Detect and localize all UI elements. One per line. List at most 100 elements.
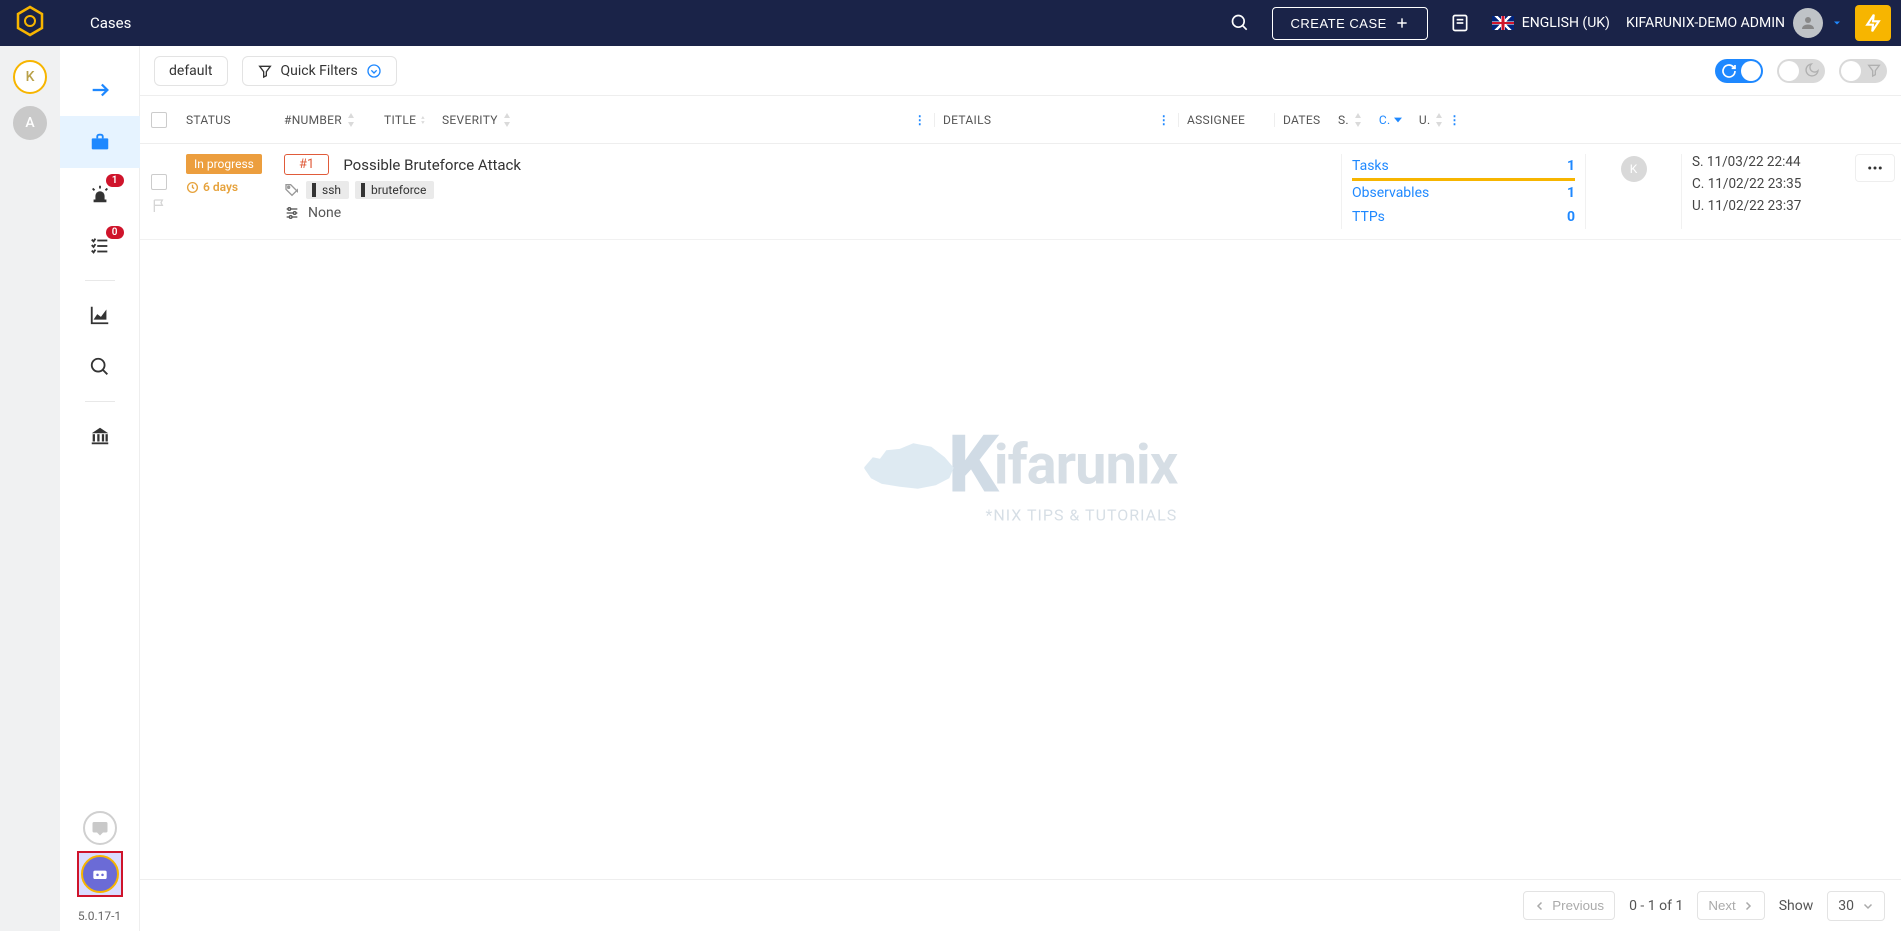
language-label: ENGLISH (UK) <box>1522 15 1610 31</box>
briefcase-icon <box>89 131 111 153</box>
plus-icon <box>1395 16 1409 30</box>
nav-organisation[interactable] <box>60 410 140 462</box>
case-row[interactable]: In progress 6 days #1 Possible Bruteforc… <box>140 144 1901 240</box>
col-updatedate[interactable]: U.⋮ <box>1411 113 1469 127</box>
filter-toggle[interactable] <box>1839 59 1887 83</box>
row-checkbox[interactable] <box>151 174 167 190</box>
col-status[interactable]: STATUS <box>178 113 276 127</box>
org-badge-secondary[interactable]: A <box>13 106 47 140</box>
custom-fields-value: None <box>308 205 341 221</box>
details-tasks-link[interactable]: Tasks1 <box>1352 154 1575 181</box>
view-profile-chip[interactable]: default <box>154 56 228 86</box>
col-menu-icon[interactable]: ⋮ <box>1158 113 1170 127</box>
tag-ssh[interactable]: ssh <box>306 181 349 199</box>
user-name: KIFARUNIX-DEMO ADMIN <box>1626 15 1785 31</box>
col-startdate[interactable]: S. <box>1330 113 1371 127</box>
auto-refresh-toggle[interactable] <box>1715 59 1763 83</box>
alerts-badge: 1 <box>106 174 124 187</box>
clock-icon <box>186 181 199 194</box>
nav-separator <box>85 401 115 402</box>
details-ttps-link[interactable]: TTPs0 <box>1352 205 1575 229</box>
tag-bruteforce[interactable]: bruteforce <box>355 181 434 199</box>
sort-icon <box>502 113 512 127</box>
previous-page-button[interactable]: Previous <box>1523 891 1615 920</box>
col-menu-icon[interactable]: ⋮ <box>1448 113 1460 127</box>
show-label: Show <box>1779 898 1814 914</box>
case-age: 6 days <box>186 180 268 194</box>
nav-dashboards[interactable] <box>60 289 140 341</box>
sort-icon <box>420 113 426 127</box>
cortex-icon <box>90 864 110 884</box>
sort-desc-icon <box>1394 116 1402 124</box>
select-all-checkbox[interactable] <box>151 112 167 128</box>
col-createdate[interactable]: C. <box>1371 113 1411 127</box>
case-title[interactable]: Possible Bruteforce Attack <box>343 156 521 174</box>
col-details: DETAILS⋮ <box>934 113 1178 127</box>
page-title: Cases <box>90 14 131 32</box>
status-badge: In progress <box>186 154 262 174</box>
page-size-select[interactable]: 30 <box>1827 891 1885 921</box>
create-case-label: CREATE CASE <box>1291 16 1387 31</box>
quick-action-button[interactable] <box>1855 5 1891 41</box>
moon-icon <box>1804 62 1820 78</box>
date-start: S. 11/03/22 22:44 <box>1692 154 1845 170</box>
dark-mode-toggle[interactable] <box>1777 59 1825 83</box>
col-dates[interactable]: DATES <box>1274 113 1330 127</box>
bank-icon <box>89 425 111 447</box>
checklist-icon <box>89 235 111 257</box>
lightning-icon <box>1863 13 1883 33</box>
col-assignee[interactable]: ASSIGNEE <box>1178 113 1274 127</box>
more-horizontal-icon <box>1866 159 1884 177</box>
col-title[interactable]: TITLE <box>376 113 434 127</box>
nav-cortex-highlighted[interactable] <box>77 851 123 897</box>
assignee-avatar[interactable]: K <box>1621 156 1647 182</box>
table-footer: Previous 0 - 1 of 1 Next Show 30 <box>140 879 1901 931</box>
tasks-badge: 0 <box>106 226 124 239</box>
sort-icon <box>1434 113 1444 127</box>
flag-icon[interactable] <box>151 198 167 214</box>
flag-uk-icon <box>1492 16 1514 30</box>
chevron-left-icon <box>1534 900 1546 912</box>
search-icon <box>89 356 111 378</box>
nav-alerts[interactable]: 1 <box>60 168 140 220</box>
org-badge-primary[interactable]: K <box>13 60 47 94</box>
nav-chat[interactable] <box>83 811 117 845</box>
user-menu[interactable]: KIFARUNIX-DEMO ADMIN <box>1626 8 1843 38</box>
org-rail: K A <box>0 46 60 931</box>
col-severity[interactable]: SEVERITY ⋮ <box>434 113 934 127</box>
chevron-down-icon <box>1862 900 1874 912</box>
global-search-icon[interactable] <box>1228 11 1252 35</box>
nav-cases[interactable] <box>60 116 140 168</box>
date-created: C. 11/02/22 23:35 <box>1692 176 1845 192</box>
chevron-circle-icon <box>366 63 382 79</box>
content-area: default Quick Filters <box>140 46 1901 931</box>
tags-icon <box>284 182 300 198</box>
col-menu-icon[interactable]: ⋮ <box>914 113 926 127</box>
refresh-icon <box>1721 63 1737 79</box>
page-range: 0 - 1 of 1 <box>1629 898 1683 914</box>
topbar: Cases CREATE CASE ENGLISH (UK) KIFARUNIX… <box>0 0 1901 46</box>
quick-filters-label: Quick Filters <box>281 63 358 79</box>
case-number: #1 <box>284 154 329 175</box>
chevron-down-icon <box>1831 17 1843 29</box>
nav-back[interactable] <box>60 64 140 116</box>
nav-search[interactable] <box>60 341 140 393</box>
date-updated: U. 11/02/22 23:37 <box>1692 198 1845 214</box>
details-observables-link[interactable]: Observables1 <box>1352 181 1575 205</box>
view-profile-label: default <box>169 63 213 79</box>
user-avatar-icon <box>1793 8 1823 38</box>
next-page-button[interactable]: Next <box>1697 891 1764 920</box>
filter-icon <box>257 63 273 79</box>
nav-tasks[interactable]: 0 <box>60 220 140 272</box>
row-more-button[interactable] <box>1855 154 1895 182</box>
table-header: STATUS #NUMBER TITLE SEVERITY ⋮ DETAILS⋮… <box>140 96 1901 144</box>
nav-separator <box>85 280 115 281</box>
quick-filters-chip[interactable]: Quick Filters <box>242 56 397 86</box>
sort-icon <box>1353 113 1363 127</box>
col-number[interactable]: #NUMBER <box>276 113 376 127</box>
language-selector[interactable]: ENGLISH (UK) <box>1492 15 1610 31</box>
create-case-button[interactable]: CREATE CASE <box>1272 7 1428 40</box>
funnel-icon <box>1866 62 1882 78</box>
app-logo[interactable] <box>10 3 50 43</box>
docs-icon[interactable] <box>1448 11 1472 35</box>
